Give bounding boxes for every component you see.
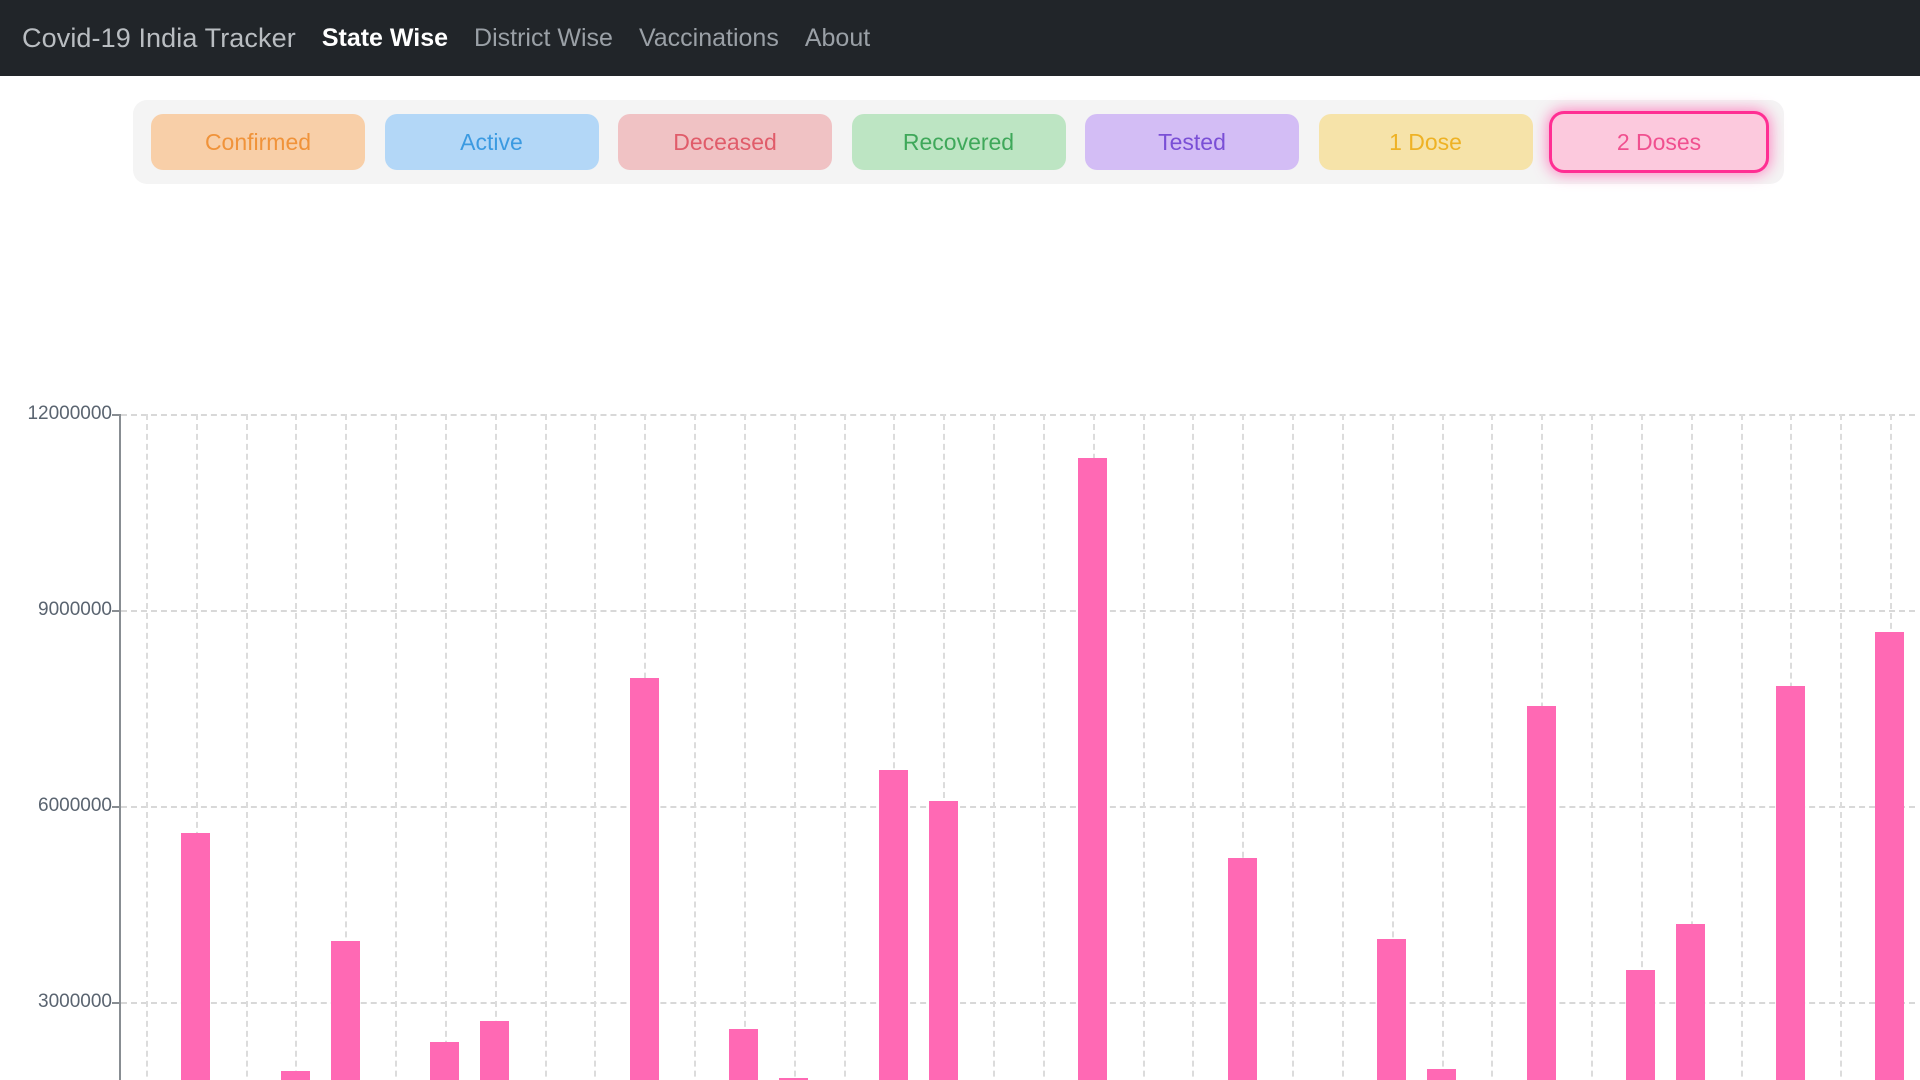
- filter-button-active[interactable]: Active: [384, 114, 599, 170]
- y-axis-tick-mark: [112, 610, 121, 612]
- bar-cell: [1516, 412, 1566, 1080]
- bar-cell: [1367, 412, 1417, 1080]
- bar-cell: [1566, 412, 1616, 1080]
- bar-PB[interactable]: [1427, 1068, 1456, 1080]
- nav-link-state-wise[interactable]: State Wise: [322, 24, 448, 53]
- state-wise-bar-chart: 030000006000000900000012000000 ANAPARASB…: [0, 198, 1920, 1080]
- bar-cell: [1616, 412, 1666, 1080]
- bar-cell: [121, 412, 171, 1080]
- bar-cell: [769, 412, 819, 1080]
- bar-cell: [918, 412, 968, 1080]
- y-axis-tick-mark: [112, 1002, 121, 1004]
- filter-bar-wrapper: Confirmed Active Deceased Recovered Tested 1 …: [0, 76, 1920, 184]
- bar-cell: [1217, 412, 1267, 1080]
- bar-cell: [1068, 412, 1118, 1080]
- bar-cell: [1765, 412, 1815, 1080]
- bar-cell: [1815, 412, 1865, 1080]
- bar-cell: [270, 412, 320, 1080]
- bar-cell: [819, 412, 869, 1080]
- bar-KL[interactable]: [928, 800, 958, 1080]
- bar-cell: [619, 412, 669, 1080]
- y-axis-tick-label: 6000000: [38, 795, 112, 816]
- bar-cell: [569, 412, 619, 1080]
- bar-cell: [221, 412, 271, 1080]
- filter-button-deceased[interactable]: Deceased: [618, 114, 832, 170]
- bar-cell: [1417, 412, 1467, 1080]
- chart-plot-area: [112, 412, 1915, 1080]
- bar-cell: [320, 412, 370, 1080]
- bar-cell: [719, 412, 769, 1080]
- bar-cell: [1666, 412, 1716, 1080]
- bar-cell: [520, 412, 570, 1080]
- bar-GJ[interactable]: [629, 677, 659, 1080]
- bar-UP[interactable]: [1775, 685, 1805, 1080]
- bar-cell: [1118, 412, 1168, 1080]
- bar-cell: [370, 412, 420, 1080]
- bar-cell: [1317, 412, 1367, 1080]
- bar-cell: [1716, 412, 1766, 1080]
- filter-button-confirmed[interactable]: Confirmed: [151, 114, 365, 170]
- bar-cell: [1865, 412, 1915, 1080]
- y-axis-tick-label: 12000000: [27, 403, 112, 424]
- bar-BR[interactable]: [330, 941, 360, 1080]
- bar-KA[interactable]: [878, 770, 908, 1080]
- bar-cell: [470, 412, 520, 1080]
- bar-cell: [1267, 412, 1317, 1080]
- bar-MP[interactable]: [1227, 857, 1257, 1080]
- bar-DL[interactable]: [480, 1020, 510, 1080]
- nav-link-about[interactable]: About: [805, 24, 870, 53]
- bar-WB[interactable]: [1875, 631, 1905, 1080]
- y-axis-tick-mark: [112, 806, 121, 808]
- bar-cell: [420, 412, 470, 1080]
- bar-cell: [968, 412, 1018, 1080]
- bar-AP[interactable]: [181, 832, 211, 1080]
- filter-button-2-doses[interactable]: 2 Doses: [1552, 114, 1766, 170]
- bar-MH[interactable]: [1078, 458, 1108, 1080]
- navbar: Covid-19 India Tracker State Wise Distri…: [0, 0, 1920, 76]
- nav-link-district-wise[interactable]: District Wise: [474, 24, 613, 53]
- bar-HR[interactable]: [729, 1029, 759, 1080]
- filter-button-tested[interactable]: Tested: [1085, 114, 1299, 170]
- bar-cell: [1018, 412, 1068, 1080]
- y-axis-tick-mark: [112, 414, 121, 416]
- bar-TN[interactable]: [1676, 923, 1706, 1080]
- bar-cell: [171, 412, 221, 1080]
- filter-button-1-dose[interactable]: 1 Dose: [1318, 114, 1533, 170]
- bar-cell: [1466, 412, 1516, 1080]
- bar-RJ[interactable]: [1526, 706, 1556, 1080]
- bar-TG[interactable]: [1626, 969, 1656, 1080]
- bar-AS[interactable]: [280, 1070, 310, 1080]
- bar-cell: [669, 412, 719, 1080]
- nav-brand[interactable]: Covid-19 India Tracker: [22, 23, 296, 54]
- chart-bars: [121, 412, 1915, 1080]
- filter-button-recovered[interactable]: Recovered: [851, 114, 1066, 170]
- bar-cell: [1167, 412, 1217, 1080]
- y-axis-tick-label: 3000000: [38, 991, 112, 1012]
- metric-filter-bar: Confirmed Active Deceased Recovered Tested 1 …: [133, 100, 1784, 184]
- bar-CT[interactable]: [430, 1041, 460, 1080]
- y-axis-tick-label: 9000000: [38, 599, 112, 620]
- bar-OR[interactable]: [1377, 939, 1407, 1080]
- nav-link-vaccinations[interactable]: Vaccinations: [639, 24, 779, 53]
- bar-cell: [868, 412, 918, 1080]
